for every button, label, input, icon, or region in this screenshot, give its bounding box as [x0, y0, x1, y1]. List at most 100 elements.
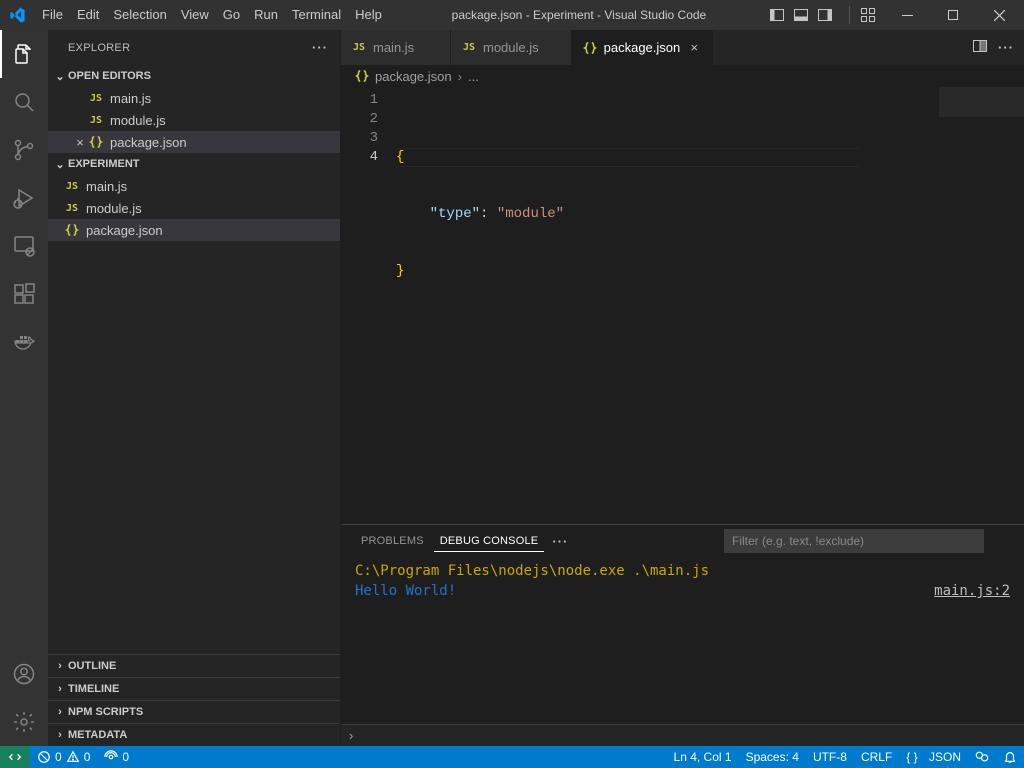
editor-tab-active[interactable]: package.json × — [572, 30, 714, 65]
open-editor-item-active[interactable]: × package.json — [48, 131, 340, 153]
close-icon[interactable]: × — [72, 135, 88, 150]
toggle-panel-icon[interactable] — [793, 7, 809, 23]
split-editor-icon[interactable] — [972, 38, 988, 57]
token-indent — [396, 206, 430, 222]
activity-docker-icon[interactable] — [0, 318, 48, 366]
token-key: "type" — [430, 206, 480, 222]
title-bar: File Edit Selection View Go Run Terminal… — [0, 0, 1024, 30]
json-file-icon — [355, 69, 369, 83]
minimap[interactable] — [939, 87, 1024, 524]
tab-label: package.json — [604, 40, 681, 55]
status-encoding[interactable]: UTF-8 — [806, 746, 854, 768]
minimap-viewport[interactable] — [939, 87, 1024, 117]
customize-layout-icon[interactable] — [860, 7, 876, 23]
timeline-section[interactable]: TIMELINE — [48, 678, 340, 700]
window-minimize-button[interactable] — [884, 0, 930, 30]
section-label: NPM SCRIPTS — [68, 706, 143, 718]
line-number: 1 — [341, 91, 378, 110]
menu-help[interactable]: Help — [348, 0, 389, 30]
sidebar-more-icon[interactable]: ··· — [312, 40, 328, 55]
activity-remote-explorer-icon[interactable] — [0, 222, 48, 270]
npm-scripts-section[interactable]: NPM SCRIPTS — [48, 701, 340, 723]
window-close-button[interactable] — [976, 0, 1022, 30]
metadata-section[interactable]: METADATA — [48, 724, 340, 746]
menu-terminal[interactable]: Terminal — [285, 0, 348, 30]
file-name: main.js — [110, 91, 151, 106]
activity-explorer-icon[interactable] — [0, 30, 48, 78]
sidebar-title: EXPLORER — [68, 42, 130, 54]
editor-tab[interactable]: JS module.js × — [451, 30, 572, 65]
activity-settings-icon[interactable] — [0, 698, 48, 746]
toggle-primary-sidebar-icon[interactable] — [769, 7, 785, 23]
file-name: package.json — [110, 135, 187, 150]
token-colon: : — [480, 206, 497, 222]
project-file-item[interactable]: JS module.js — [48, 197, 340, 219]
open-editors-label: OPEN EDITORS — [68, 70, 151, 82]
activity-source-control-icon[interactable] — [0, 126, 48, 174]
remote-indicator[interactable] — [0, 746, 30, 768]
status-indentation[interactable]: Spaces: 4 — [739, 746, 806, 768]
status-notifications-icon[interactable] — [996, 746, 1024, 768]
panel-tab-debug-console[interactable]: DEBUG CONSOLE — [434, 531, 545, 552]
status-problems[interactable]: 0 0 — [30, 746, 97, 768]
section-label: METADATA — [68, 729, 127, 741]
token-brace: } — [396, 263, 404, 279]
activity-accounts-icon[interactable] — [0, 650, 48, 698]
breadcrumb-file[interactable]: package.json — [375, 69, 452, 84]
project-header[interactable]: ⌄ EXPERIMENT — [48, 153, 340, 175]
breadcrumb-more[interactable]: ... — [468, 69, 479, 84]
js-file-icon: JS — [64, 200, 80, 216]
open-editor-item[interactable]: × JS main.js — [48, 87, 340, 109]
js-file-icon: JS — [88, 112, 104, 128]
toggle-secondary-sidebar-icon[interactable] — [817, 7, 833, 23]
project-label: EXPERIMENT — [68, 158, 140, 170]
menu-run[interactable]: Run — [247, 0, 285, 30]
panel-more-icon[interactable]: ··· — [552, 534, 568, 549]
menu-view[interactable]: View — [174, 0, 216, 30]
project-file-item[interactable]: JS main.js — [48, 175, 340, 197]
panel-tab-problems[interactable]: PROBLEMS — [355, 531, 430, 551]
vscode-app-icon — [0, 7, 35, 24]
status-cursor-position[interactable]: Ln 4, Col 1 — [667, 746, 739, 768]
outline-section[interactable]: OUTLINE — [48, 655, 340, 677]
window-maximize-button[interactable] — [930, 0, 976, 30]
line-number-gutter: 1 2 3 4 — [341, 87, 396, 524]
braces-icon: { } — [906, 750, 917, 764]
status-bar: 0 0 0 Ln 4, Col 1 Spaces: 4 UTF-8 CRLF {… — [0, 746, 1024, 768]
open-editors-header[interactable]: ⌄ OPEN EDITORS — [48, 65, 340, 87]
line-number: 3 — [341, 129, 378, 148]
token-brace: { — [396, 149, 404, 165]
breadcrumb[interactable]: package.json › ... — [341, 65, 1024, 87]
json-file-icon — [582, 40, 598, 56]
more-actions-icon[interactable]: ··· — [998, 40, 1014, 55]
status-language-mode[interactable]: { } JSON — [899, 746, 968, 768]
status-ports[interactable]: 0 — [97, 746, 136, 768]
menu-selection[interactable]: Selection — [106, 0, 173, 30]
debug-console-filter-input[interactable] — [724, 529, 984, 553]
project-file-item-selected[interactable]: package.json — [48, 219, 340, 241]
activity-run-debug-icon[interactable] — [0, 174, 48, 222]
code-content[interactable]: { "type": "module" } — [396, 87, 939, 524]
console-source-link[interactable]: main.js:2 — [934, 581, 1010, 601]
menu-bar: File Edit Selection View Go Run Terminal… — [35, 0, 389, 30]
activity-search-icon[interactable] — [0, 78, 48, 126]
token-string: "module" — [497, 206, 564, 222]
panel-breadcrumb[interactable]: › — [341, 724, 1024, 746]
file-name: package.json — [86, 223, 163, 238]
explorer-sidebar: EXPLORER ··· ⌄ OPEN EDITORS × JS main.js… — [48, 30, 341, 746]
status-eol[interactable]: CRLF — [854, 746, 899, 768]
open-editor-item[interactable]: × JS module.js — [48, 109, 340, 131]
menu-go[interactable]: Go — [216, 0, 247, 30]
status-feedback-icon[interactable] — [968, 746, 996, 768]
chevron-right-icon — [52, 729, 68, 741]
activity-extensions-icon[interactable] — [0, 270, 48, 318]
menu-edit[interactable]: Edit — [70, 0, 106, 30]
editor-tab[interactable]: JS main.js × — [341, 30, 451, 65]
debug-console-output[interactable]: C:\Program Files\nodejs\node.exe .\main.… — [341, 557, 1024, 724]
json-file-icon — [64, 222, 80, 238]
close-icon[interactable]: × — [686, 40, 702, 55]
editor-body[interactable]: 1 2 3 4 { "type": "module" } — [341, 87, 1024, 524]
menu-file[interactable]: File — [35, 0, 70, 30]
error-count: 0 — [55, 750, 62, 764]
window-title: package.json - Experiment - Visual Studi… — [389, 8, 769, 22]
